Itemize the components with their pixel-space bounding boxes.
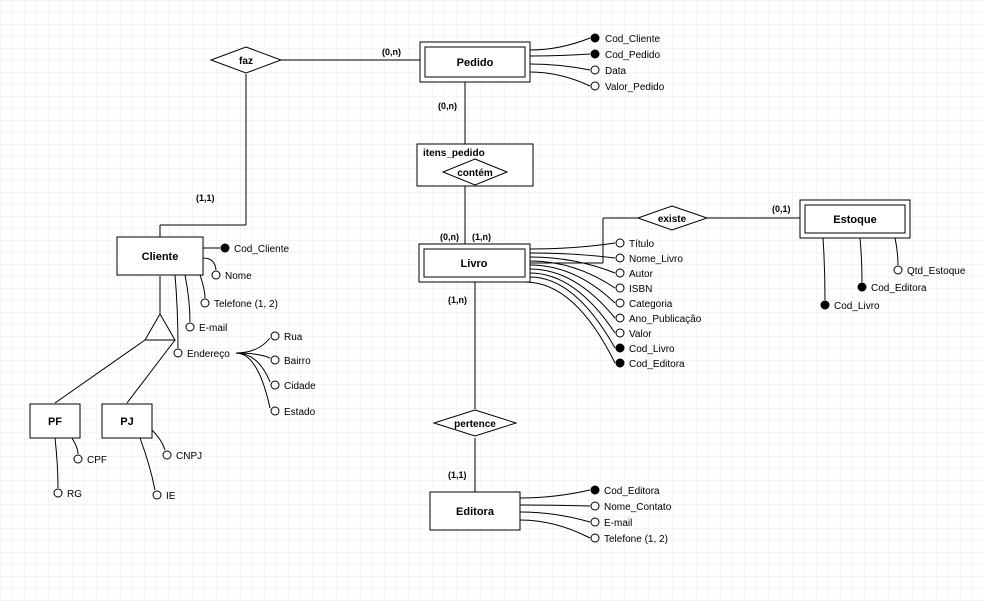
entity-cliente: Cliente (117, 237, 203, 275)
end-estado: Estado (284, 407, 316, 418)
livro-ano: Ano_Publicação (629, 314, 702, 325)
pedido-cod-cliente: Cod_Cliente (605, 34, 660, 45)
entity-pedido: Pedido (420, 42, 530, 82)
card-contem-livro-l: (0,n) (440, 232, 459, 242)
livro-cod: Cod_Livro (629, 344, 675, 355)
cliente-endereco: Endereço (187, 349, 230, 360)
estoque-attrs: Qtd_Estoque Cod_Editora Cod_Livro (821, 238, 966, 312)
editora-label: Editora (456, 506, 495, 518)
estoque-cod-editora: Cod_Editora (871, 283, 927, 294)
card-livro-pertence: (1,n) (448, 295, 467, 305)
entity-pf: PF (30, 404, 80, 438)
livro-titulo: Título (629, 239, 654, 250)
relation-existe: existe (638, 206, 707, 230)
estoque-cod-livro: Cod_Livro (834, 301, 880, 312)
livro-cod-editora: Cod_Editora (629, 359, 685, 370)
contem-label: contém (457, 168, 493, 179)
end-cidade: Cidade (284, 381, 316, 392)
livro-isbn: ISBN (629, 284, 652, 295)
pedido-data: Data (605, 66, 627, 77)
itens-pedido-label: itens_pedido (423, 148, 485, 159)
card-pertence-editora: (1,1) (448, 470, 467, 480)
pf-label: PF (48, 416, 62, 428)
editora-attrs: Cod_Editora Nome_Contato E-mail Telefone… (520, 486, 672, 545)
card-faz-cliente: (1,1) (196, 193, 215, 203)
editora-nome: Nome_Contato (604, 502, 672, 513)
editora-email: E-mail (604, 518, 632, 529)
cliente-nome: Nome (225, 271, 252, 282)
faz-label: faz (239, 56, 253, 67)
editora-cod: Cod_Editora (604, 486, 660, 497)
end-rua: Rua (284, 332, 303, 343)
pj-cnpj: CNPJ (176, 451, 202, 462)
livro-attrs: Título Nome_Livro Autor ISBN Categoria A… (525, 239, 702, 370)
pf-cpf: CPF (87, 455, 107, 466)
livro-label: Livro (461, 258, 488, 270)
entity-pj: PJ (102, 404, 152, 438)
pertence-label: pertence (454, 419, 496, 430)
cliente-label: Cliente (142, 251, 179, 263)
relation-pertence: pertence (434, 410, 516, 436)
livro-valor: Valor (629, 329, 652, 340)
livro-autor: Autor (629, 269, 654, 280)
assoc-itens-pedido: itens_pedido contém (417, 144, 533, 186)
relation-faz: faz (211, 47, 281, 73)
pf-rg: RG (67, 489, 82, 500)
card-existe-estoque: (0,1) (772, 204, 791, 214)
card-faz-pedido: (0,n) (382, 47, 401, 57)
pedido-valor: Valor_Pedido (605, 82, 665, 93)
pj-label: PJ (120, 416, 133, 428)
estoque-qtd: Qtd_Estoque (907, 266, 966, 277)
cliente-cod: Cod_Cliente (234, 244, 289, 255)
pedido-label: Pedido (457, 57, 494, 69)
pedido-cod-pedido: Cod_Pedido (605, 50, 660, 61)
pj-ie: IE (166, 491, 176, 502)
cliente-telefone: Telefone (1, 2) (214, 299, 278, 310)
pf-attrs: CPF RG (54, 438, 107, 500)
estoque-label: Estoque (833, 214, 876, 226)
card-pedido-contem: (0,n) (438, 101, 457, 111)
entity-livro: Livro (419, 244, 530, 282)
entity-estoque: Estoque (800, 200, 910, 238)
er-diagram: faz Pedido Cod_Cliente Cod_Pedido Data V… (0, 0, 984, 601)
card-contem-livro-r: (1,n) (472, 232, 491, 242)
pedido-attrs: Cod_Cliente Cod_Pedido Data Valor_Pedido (530, 34, 665, 93)
existe-label: existe (658, 214, 687, 225)
cliente-email: E-mail (199, 323, 227, 334)
entity-editora: Editora (430, 492, 520, 530)
livro-nome: Nome_Livro (629, 254, 683, 265)
editora-telefone: Telefone (1, 2) (604, 534, 668, 545)
pj-attrs: CNPJ IE (140, 430, 202, 502)
livro-categoria: Categoria (629, 299, 673, 310)
end-bairro: Bairro (284, 356, 311, 367)
